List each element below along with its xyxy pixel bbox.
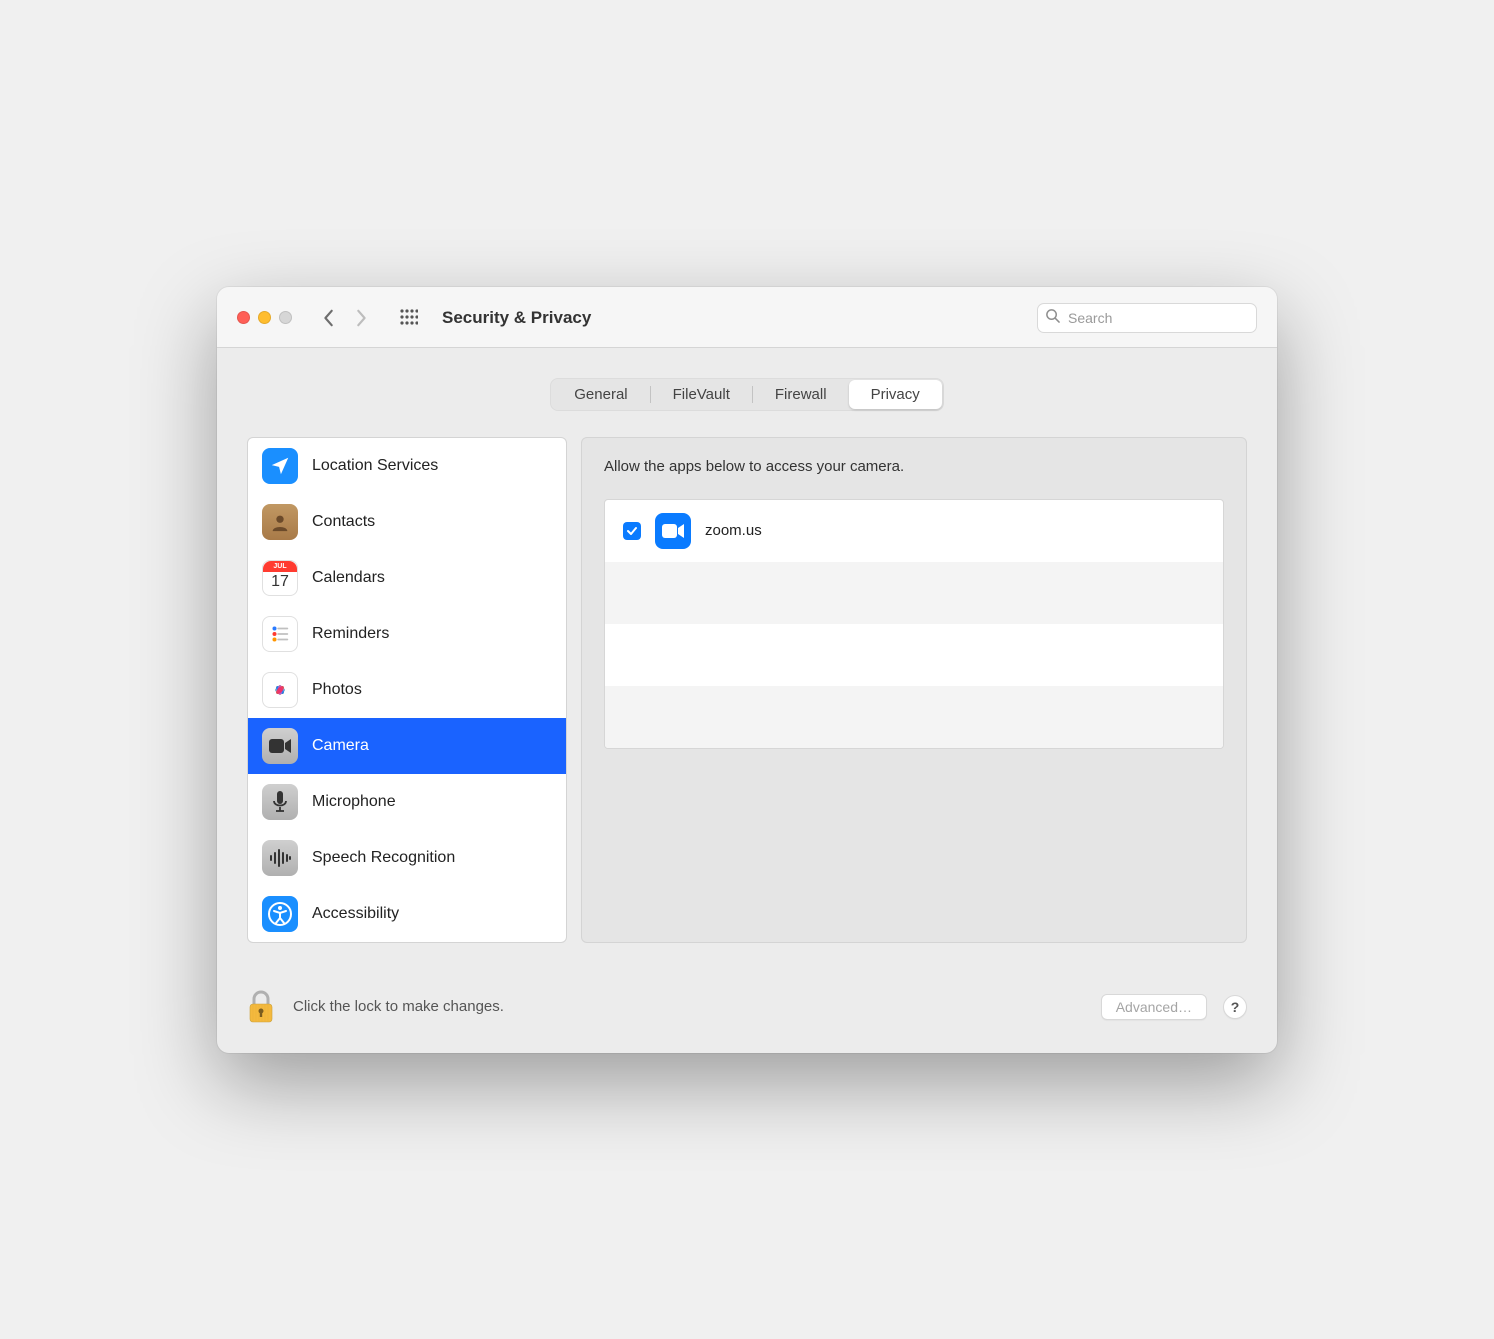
calendar-month: JUL: [263, 561, 297, 572]
footer: Click the lock to make changes. Advanced…: [217, 967, 1277, 1053]
forward-button[interactable]: [346, 304, 376, 332]
sidebar-item-location-services[interactable]: Location Services: [248, 438, 566, 494]
sidebar-item-camera[interactable]: Camera: [248, 718, 566, 774]
microphone-icon: [262, 784, 298, 820]
close-window-button[interactable]: [237, 311, 250, 324]
content-pane: Allow the apps below to access your came…: [581, 437, 1247, 943]
sidebar-item-contacts[interactable]: Contacts: [248, 494, 566, 550]
sidebar-item-accessibility[interactable]: Accessibility: [248, 886, 566, 942]
search-input[interactable]: [1037, 303, 1257, 333]
preferences-window: Security & Privacy General FileVault Fir…: [217, 287, 1277, 1053]
sidebar-item-label: Location Services: [312, 457, 438, 475]
zoom-icon: [655, 513, 691, 549]
sidebar-item-label: Reminders: [312, 625, 389, 643]
reminders-icon: [262, 616, 298, 652]
sidebar-item-label: Contacts: [312, 513, 375, 531]
search-box: [1037, 303, 1257, 333]
tabs-row: General FileVault Firewall Privacy: [217, 348, 1277, 421]
show-all-button[interactable]: [394, 304, 424, 332]
nav-buttons: [314, 304, 376, 332]
page-title: Security & Privacy: [442, 308, 591, 328]
app-row-empty: [605, 624, 1223, 686]
sidebar-item-speech-recognition[interactable]: Speech Recognition: [248, 830, 566, 886]
app-name: zoom.us: [705, 522, 762, 539]
calendar-day: 17: [271, 573, 289, 591]
traffic-lights: [237, 311, 292, 324]
sidebar-item-label: Camera: [312, 737, 369, 755]
lock-label: Click the lock to make changes.: [293, 998, 504, 1015]
sidebar-item-calendars[interactable]: JUL 17 Calendars: [248, 550, 566, 606]
sidebar-item-microphone[interactable]: Microphone: [248, 774, 566, 830]
lock-icon[interactable]: [247, 989, 277, 1025]
zoom-window-button[interactable]: [279, 311, 292, 324]
sidebar-item-photos[interactable]: Photos: [248, 662, 566, 718]
speech-icon: [262, 840, 298, 876]
app-checkbox[interactable]: [623, 522, 641, 540]
camera-icon: [262, 728, 298, 764]
app-row[interactable]: zoom.us: [605, 500, 1223, 562]
sidebar-item-reminders[interactable]: Reminders: [248, 606, 566, 662]
help-button[interactable]: ?: [1223, 995, 1247, 1019]
app-row-empty: [605, 562, 1223, 624]
privacy-sidebar[interactable]: Location Services Contacts JUL 17 Calend…: [247, 437, 567, 943]
sidebar-item-label: Accessibility: [312, 905, 399, 923]
photos-icon: [262, 672, 298, 708]
search-icon: [1045, 308, 1060, 328]
sidebar-item-label: Microphone: [312, 793, 396, 811]
tab-privacy[interactable]: Privacy: [849, 380, 942, 409]
titlebar: Security & Privacy: [217, 287, 1277, 348]
sidebar-item-label: Speech Recognition: [312, 849, 455, 867]
location-icon: [262, 448, 298, 484]
tab-general[interactable]: General: [552, 380, 649, 409]
calendar-icon: JUL 17: [262, 560, 298, 596]
minimize-window-button[interactable]: [258, 311, 271, 324]
body: Location Services Contacts JUL 17 Calend…: [217, 421, 1277, 967]
advanced-button[interactable]: Advanced…: [1101, 994, 1207, 1020]
sidebar-item-label: Photos: [312, 681, 362, 699]
contacts-icon: [262, 504, 298, 540]
segmented-control: General FileVault Firewall Privacy: [550, 378, 944, 411]
tab-firewall[interactable]: Firewall: [753, 380, 849, 409]
back-button[interactable]: [314, 304, 344, 332]
app-row-empty: [605, 686, 1223, 748]
app-list[interactable]: zoom.us: [604, 499, 1224, 749]
accessibility-icon: [262, 896, 298, 932]
tab-filevault[interactable]: FileVault: [651, 380, 752, 409]
content-header: Allow the apps below to access your came…: [604, 458, 1224, 475]
sidebar-item-label: Calendars: [312, 569, 385, 587]
